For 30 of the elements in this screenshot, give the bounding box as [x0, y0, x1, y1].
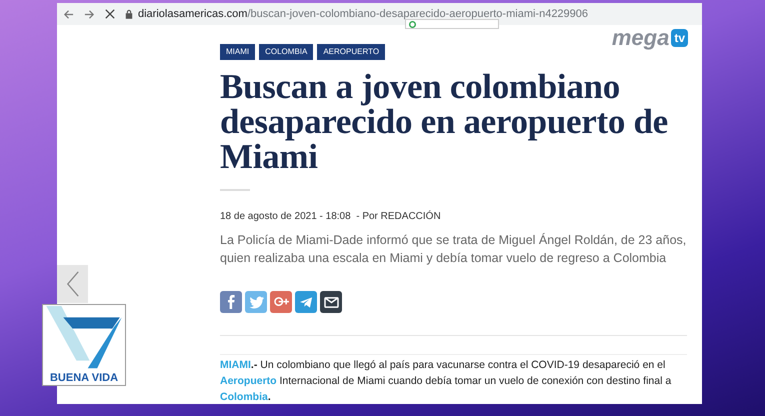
facebook-share-button[interactable] — [220, 291, 242, 313]
show-name: BUENA VIDA — [50, 372, 118, 385]
google-plus-icon — [274, 296, 288, 308]
tag-link[interactable]: COLOMBIA — [259, 44, 314, 60]
paper-plane-icon — [298, 296, 314, 308]
chevron-left-icon — [66, 271, 80, 297]
bird-icon — [248, 296, 264, 308]
tag-link[interactable]: AEROPUERTO — [317, 44, 386, 60]
headline: desaparecido en aeropuerto de — [220, 104, 669, 139]
googleplus-share-button[interactable] — [270, 291, 292, 313]
logo-badge: tv — [671, 29, 688, 47]
google-icon — [409, 20, 416, 28]
lede-paragraph: La Policía de Miami-Dade informó que se trata de Miguel Ángel Roldán, de 23 años, quien realizaba una escala en Miami y debía tomar vuelo de regreso a Colombia — [220, 232, 688, 267]
twitter-share-button[interactable] — [245, 291, 267, 313]
close-icon[interactable] — [105, 9, 115, 19]
facebook-icon — [228, 295, 234, 309]
url-text[interactable]: diariolasamericas.com/buscan-joven-colombiano-desaparecido-aeropuerto-miami-n4229906 — [138, 6, 588, 22]
email-share-button[interactable] — [320, 291, 342, 313]
article-paragraph: MIAMI.- Un colombiano que llegó al país para vacunarse contra el COVID-19 desapareció en el Aeropuerto Internacional de Miami cuando debía tomar un vuelo de conexión con destino final a Colombia. — [220, 358, 672, 404]
forward-icon[interactable] — [84, 8, 95, 20]
headline: Miami — [220, 139, 318, 174]
lock-icon — [125, 9, 133, 19]
logo-word: mega — [612, 27, 670, 49]
previous-button[interactable] — [57, 265, 88, 303]
headline: Buscan a joven colombiano — [220, 69, 621, 104]
language-selector[interactable] — [405, 19, 499, 29]
envelope-icon — [324, 296, 338, 308]
byline: 18 de agosto de 2021 - 18:08 - Por REDACCIÓN — [220, 209, 442, 224]
back-icon[interactable] — [63, 8, 74, 20]
tag-link[interactable]: MIAMI — [220, 44, 256, 60]
